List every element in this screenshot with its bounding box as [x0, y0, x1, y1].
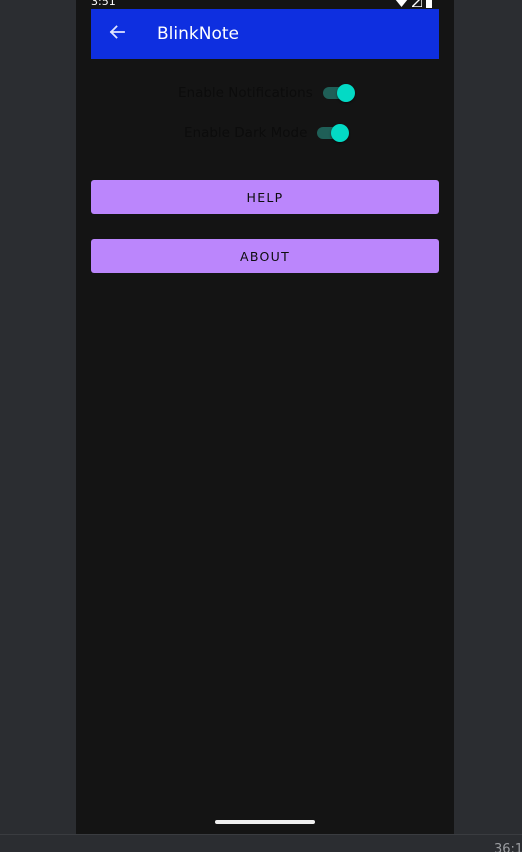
- status-bar: 3:51: [76, 0, 454, 9]
- arrow-back-icon: [108, 23, 126, 45]
- about-button[interactable]: ABOUT: [91, 239, 439, 273]
- wifi-icon: [395, 0, 408, 7]
- dark-mode-switch-thumb: [331, 124, 350, 142]
- cursor-position-text: 36:1: [494, 842, 522, 852]
- dark-mode-setting-row: Enable Dark Mode: [184, 123, 351, 143]
- dark-mode-switch[interactable]: [317, 123, 351, 143]
- dark-mode-label: Enable Dark Mode: [184, 125, 308, 141]
- status-icons: [395, 0, 432, 8]
- app-bar: BlinkNote: [91, 9, 439, 59]
- notifications-label: Enable Notifications: [178, 85, 313, 101]
- cell-signal-icon: [412, 0, 422, 7]
- emulator-stage: 3:51 BlinkNote Enable Notifications Enab…: [0, 0, 522, 852]
- notifications-setting-row: Enable Notifications: [178, 83, 357, 103]
- notifications-switch-thumb: [336, 84, 355, 102]
- notifications-switch[interactable]: [322, 83, 357, 103]
- help-button[interactable]: HELP: [91, 180, 439, 214]
- gesture-nav-handle[interactable]: [215, 820, 315, 824]
- phone-screen: 3:51 BlinkNote Enable Notifications Enab…: [76, 0, 454, 834]
- battery-icon: [426, 0, 432, 8]
- back-button[interactable]: [103, 20, 131, 48]
- emulator-bottom-bar: 36:1: [0, 834, 522, 852]
- app-title: BlinkNote: [157, 24, 239, 44]
- status-time: 3:51: [91, 0, 116, 8]
